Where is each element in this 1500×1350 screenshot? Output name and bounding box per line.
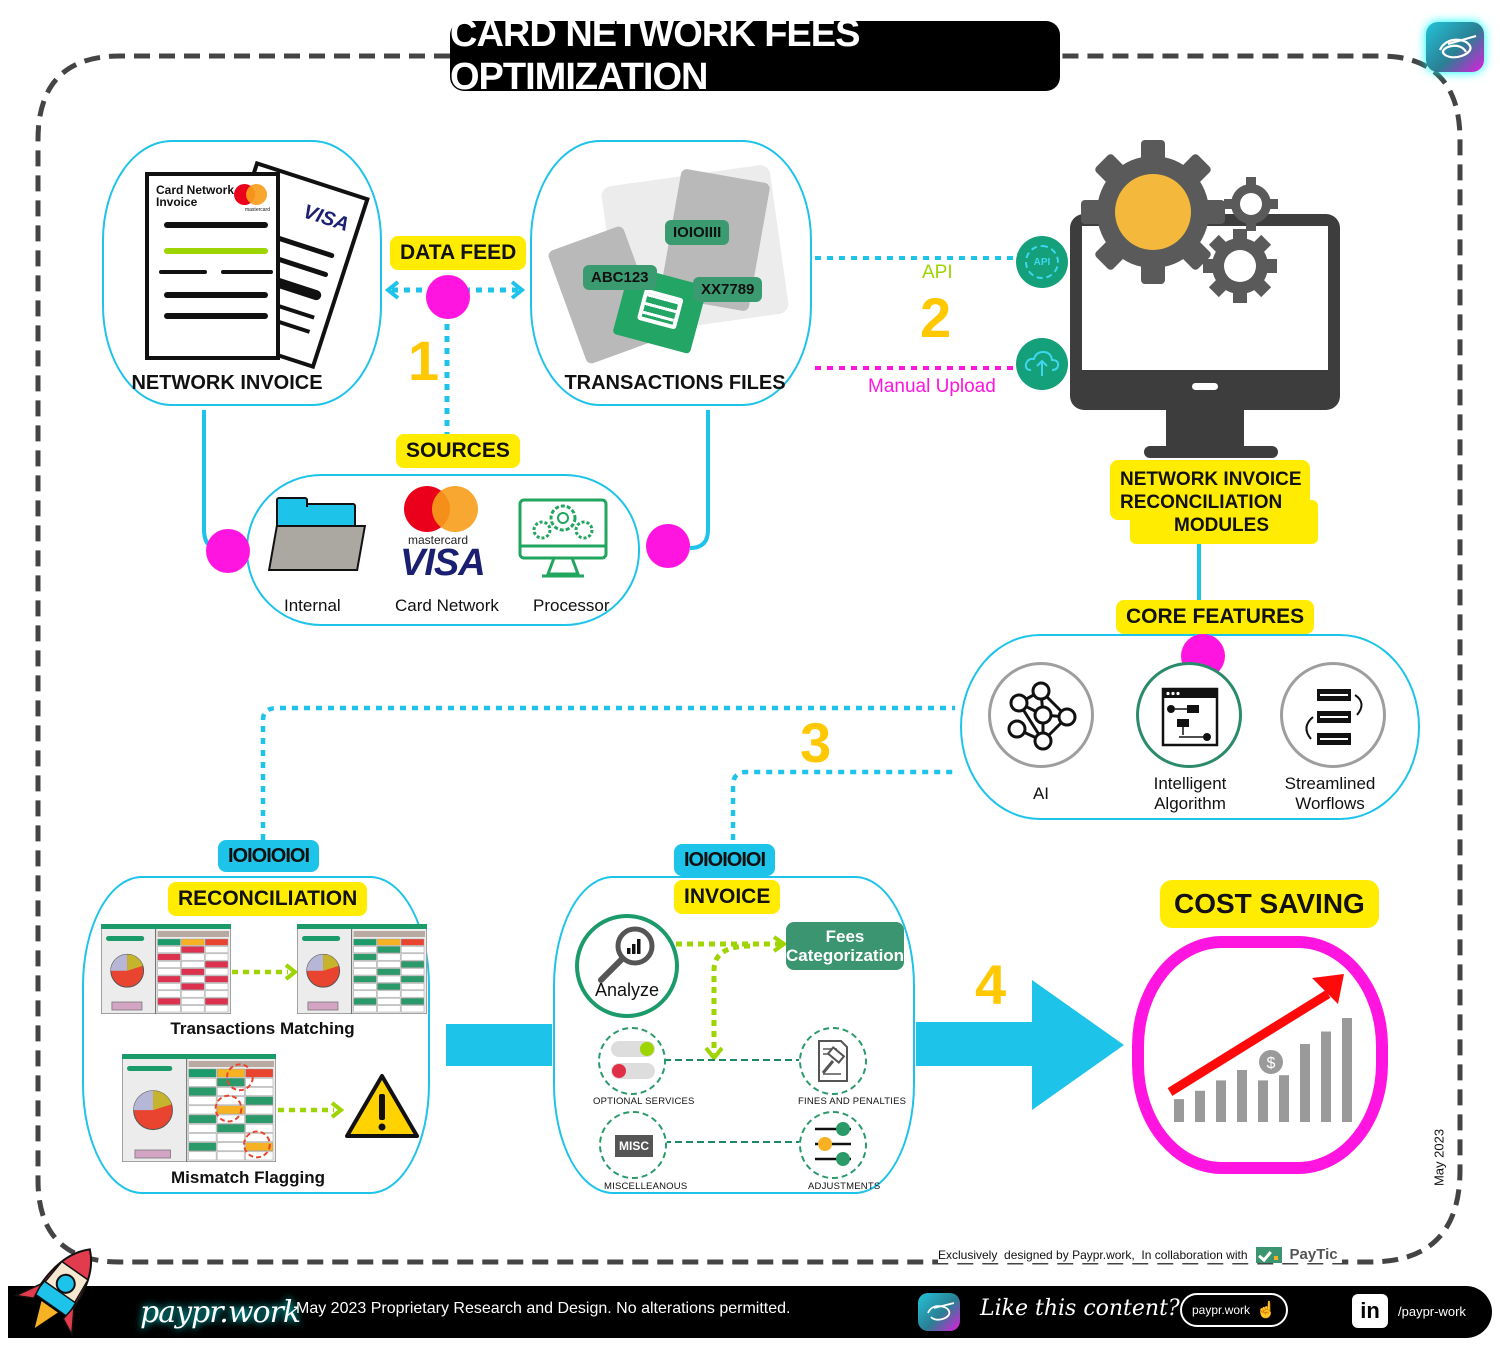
growth-bar bbox=[1300, 1044, 1310, 1122]
manual-upload-label: Manual Upload bbox=[868, 376, 996, 397]
source-processor-label: Processor bbox=[533, 596, 610, 615]
footer-notice: May 2023 Proprietary Research and Design… bbox=[296, 1300, 791, 1317]
source-internal bbox=[267, 495, 367, 575]
toggle-switches-icon bbox=[598, 1027, 666, 1095]
feature-ai-label: AI bbox=[1032, 784, 1050, 803]
transactions-files-label: TRANSACTIONS FILES bbox=[564, 372, 786, 394]
gavel-document-icon bbox=[799, 1027, 867, 1095]
visa-logo-text: VISA bbox=[300, 200, 352, 237]
source-internal-label: Internal bbox=[284, 596, 341, 615]
spreadsheet-mismatch-icon bbox=[121, 1053, 277, 1163]
website-button-label: paypr.work bbox=[1192, 1303, 1251, 1317]
workflow-icon bbox=[1280, 662, 1386, 768]
network-invoice-illustration: VISA Card Network Invoice mastercard bbox=[145, 160, 370, 370]
processor-gears-monitor-icon bbox=[516, 494, 610, 584]
growth-bar bbox=[1279, 1075, 1289, 1122]
optional-services-label: OPTIONAL SERVICES bbox=[593, 1096, 695, 1107]
like-this-content-text: Like this content? bbox=[980, 1296, 1180, 1321]
fines-penalties-label: FINES AND PENALTIES bbox=[798, 1096, 907, 1107]
growth-bar bbox=[1237, 1070, 1247, 1122]
data-feed-node bbox=[426, 275, 470, 319]
step-3-number: 3 bbox=[800, 711, 832, 774]
side-date: May 2023 bbox=[1431, 1128, 1447, 1187]
footer-brand-logo: paypr.work bbox=[140, 1294, 301, 1330]
step-4-number: 4 bbox=[975, 953, 1007, 1016]
growth-bar bbox=[1195, 1090, 1205, 1122]
network-invoice-label: NETWORK INVOICE bbox=[131, 372, 323, 394]
step-1-number: 1 bbox=[408, 329, 440, 392]
flagging-arrow-icon bbox=[278, 1101, 345, 1119]
paypr-logo-icon bbox=[1426, 22, 1484, 72]
invoice-doc-title: Card Network Invoice bbox=[156, 183, 235, 209]
card-network-logos-icon: mastercard VISA bbox=[398, 486, 498, 584]
spreadsheet-before-icon bbox=[100, 923, 232, 1015]
warning-icon bbox=[345, 1074, 419, 1138]
source-card-network-label: Card Network bbox=[395, 596, 499, 615]
credit-line: Exclusively designed by Paypr.work, In c… bbox=[938, 1246, 1342, 1263]
pointer-click-icon: ☝ bbox=[1256, 1302, 1276, 1319]
reconciliation-module-monitor-icon bbox=[1068, 140, 1348, 460]
transactions-files-illustration: IOIOIIII ABC123 XX7789 bbox=[546, 155, 790, 366]
cost-saving-arrow-icon bbox=[916, 980, 1124, 1110]
sources-right-node bbox=[646, 524, 690, 568]
misc-box-icon: MISC bbox=[599, 1111, 667, 1179]
growth-bar bbox=[1174, 1099, 1184, 1122]
feature-workflows-label: Streamlined Worflows bbox=[1284, 774, 1376, 813]
website-button[interactable]: paypr.work ☝ bbox=[1180, 1293, 1288, 1327]
analyze-flow-arrows bbox=[676, 935, 788, 1062]
cost-saving-label: COST SAVING bbox=[1160, 880, 1379, 928]
mastercard-invoice-doc: Card Network Invoice mastercard bbox=[145, 172, 280, 360]
linkedin-icon[interactable]: in bbox=[1352, 1294, 1388, 1328]
sources-left-node bbox=[206, 529, 250, 573]
linkedin-handle[interactable]: /paypr-work bbox=[1398, 1304, 1466, 1319]
neural-network-icon bbox=[988, 662, 1094, 768]
cloud-upload-icon bbox=[1016, 338, 1068, 390]
growth-bar bbox=[1216, 1080, 1226, 1122]
module-label: NETWORK INVOICE RECONCILIATION MODULES bbox=[1110, 460, 1318, 544]
api-label: API bbox=[922, 262, 953, 283]
analyze-label: Analyze bbox=[594, 980, 660, 1000]
core-features-label: CORE FEATURES bbox=[1116, 600, 1315, 634]
growth-bar bbox=[1342, 1018, 1352, 1122]
reconciliation-binary-tag: IOIOIOIOI bbox=[218, 840, 320, 872]
paytic-logo-icon bbox=[1255, 1246, 1282, 1263]
mastercard-logo-icon bbox=[234, 184, 268, 206]
data-feed-label: DATA FEED bbox=[390, 236, 527, 270]
file-tag-binary: IOIOIIII bbox=[665, 220, 730, 245]
feature-algorithm-label: Intelligent Algorithm bbox=[1153, 774, 1227, 813]
sources-label: SOURCES bbox=[396, 434, 520, 468]
api-gear-icon: API bbox=[1016, 236, 1068, 288]
paytic-name: PayTic bbox=[1289, 1246, 1338, 1263]
mismatch-flagging-label: Mismatch Flagging bbox=[171, 1168, 325, 1187]
reconciliation-label: RECONCILIATION bbox=[168, 882, 368, 916]
cost-saving-growth-chart: $ bbox=[1167, 974, 1352, 1122]
miscellaneous-label: MISCELLEANOUS bbox=[604, 1181, 688, 1192]
adjustments-label: ADJUSTMENTS bbox=[808, 1181, 881, 1192]
footer-paypr-icon bbox=[918, 1293, 960, 1331]
svg-text:$: $ bbox=[1267, 1055, 1276, 1072]
step-3-connectors bbox=[260, 705, 955, 840]
algorithm-flowchart-icon bbox=[1136, 662, 1242, 768]
matching-arrow-icon bbox=[232, 963, 299, 981]
rocket-icon bbox=[13, 1248, 93, 1338]
folder-icon bbox=[267, 495, 367, 575]
invoice-label: INVOICE bbox=[674, 880, 781, 914]
page-title: CARD NETWORK FEES OPTIMIZATION bbox=[450, 13, 860, 98]
page-title-banner: CARD NETWORK FEES OPTIMIZATION bbox=[450, 13, 1060, 98]
growth-bar bbox=[1258, 1080, 1268, 1122]
file-tag-xx: XX7789 bbox=[693, 277, 763, 302]
reconciliation-invoice-connector bbox=[446, 1024, 552, 1066]
credit-text: Exclusively designed by Paypr.work, In c… bbox=[938, 1247, 1248, 1262]
transactions-matching-label: Transactions Matching bbox=[170, 1019, 355, 1038]
fees-categorization-badge: Fees Categorization bbox=[786, 922, 904, 970]
analyze-icon: Analyze bbox=[575, 914, 679, 1018]
spreadsheet-after-icon bbox=[296, 923, 428, 1015]
invoice-binary-tag: IOIOIOIOI bbox=[674, 844, 776, 876]
step-2-number: 2 bbox=[920, 286, 952, 349]
module-connector bbox=[1197, 544, 1201, 602]
file-tag-abc: ABC123 bbox=[583, 265, 657, 290]
sliders-icon bbox=[799, 1111, 867, 1179]
growth-bar bbox=[1321, 1031, 1331, 1122]
